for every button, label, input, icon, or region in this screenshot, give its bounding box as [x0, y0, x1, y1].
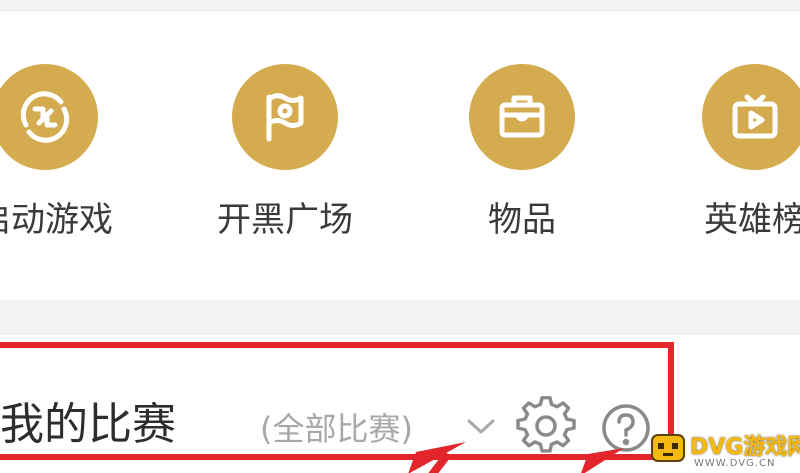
shortcut-panel: 启动游戏 开黑广场 物品 [0, 0, 800, 300]
annotation-arrow [408, 442, 466, 473]
launch-game-icon [0, 64, 98, 170]
highlight-box [0, 342, 674, 460]
page: 启动游戏 开黑广场 物品 [0, 0, 800, 473]
shortcut-label: 英雄榜 [704, 200, 800, 240]
item-chest-icon [469, 64, 575, 170]
shortcut-hero-ranking[interactable]: 英雄榜 [670, 64, 800, 244]
watermark-text: DVG游戏网 [690, 435, 800, 460]
shortcut-items[interactable]: 物品 [437, 64, 607, 244]
flag-icon [232, 64, 338, 170]
shortcut-label: 启动游戏 [0, 200, 113, 240]
top-strip [0, 0, 800, 11]
shortcut-label: 物品 [488, 200, 556, 240]
watermark-domain: WWW.DVG.CN [694, 458, 776, 469]
game-controller-logo-icon [651, 434, 685, 462]
annotation-arrow [581, 448, 624, 473]
shortcut-launch-game[interactable]: 启动游戏 [0, 64, 130, 244]
shortcut-team-square[interactable]: 开黑广场 [200, 64, 370, 244]
tv-icon [702, 64, 800, 170]
shortcut-label: 开黑广场 [217, 200, 353, 240]
watermark: DVG游戏网 WWW.DVG.CN [650, 426, 800, 473]
